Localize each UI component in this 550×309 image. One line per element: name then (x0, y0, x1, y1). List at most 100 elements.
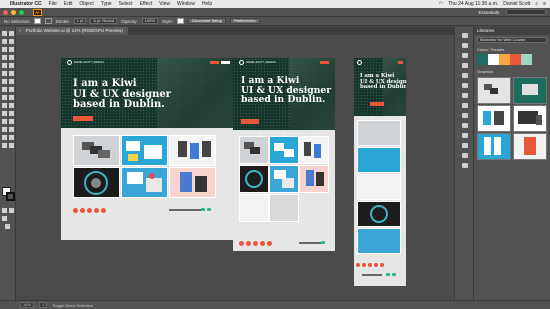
menu-help[interactable]: Help (202, 1, 212, 7)
workspace-switcher[interactable]: Essentials (478, 10, 499, 15)
artboard-tool-icon[interactable] (9, 127, 14, 132)
theme-color-chip-2[interactable] (488, 54, 499, 65)
zoom-level-field[interactable]: 14% (20, 302, 35, 308)
document-tab[interactable]: × Portfolio Website.ai @ 14% (RGB/GPU Pr… (16, 27, 128, 35)
user-name[interactable]: Daniel Scott (503, 1, 530, 7)
transparency-panel-icon[interactable] (462, 113, 468, 118)
screen-mode-icon[interactable] (5, 224, 10, 229)
artboard-mobile[interactable]: I am a Kiwi UI & UX designer based in Du… (354, 58, 406, 286)
draw-mode-icon[interactable] (2, 216, 7, 221)
symbol-sprayer-tool-icon[interactable] (9, 119, 14, 124)
type-tool-icon[interactable] (2, 55, 7, 60)
menu-object[interactable]: Object (79, 1, 93, 7)
colour-themes-label[interactable]: Colour Themes (477, 47, 504, 52)
stroke-panel-icon[interactable] (462, 93, 468, 98)
graphic-thumb-2[interactable] (513, 77, 547, 104)
graphic-thumb-6[interactable] (513, 133, 547, 160)
menu-select[interactable]: Select (119, 1, 133, 7)
free-transform-tool-icon[interactable] (2, 95, 7, 100)
menu-edit[interactable]: Edit (64, 1, 73, 7)
character-panel-icon[interactable] (462, 163, 468, 168)
graphic-thumb-1[interactable] (477, 77, 511, 104)
gradient-tool-icon[interactable] (2, 111, 7, 116)
artboard-canvas[interactable]: DANIEL SCOTT | DESIGN I am a Kiwi UI & U… (16, 35, 454, 300)
brush-definition-field[interactable]: 5 pt. Round (90, 18, 118, 24)
align-panel-icon[interactable] (462, 143, 468, 148)
pen-tool-icon[interactable] (2, 47, 7, 52)
list-icon[interactable]: ≡ (543, 1, 546, 7)
rectangle-tool-icon[interactable] (2, 63, 7, 68)
shape-builder-tool-icon[interactable] (9, 95, 14, 100)
graphic-thumb-4[interactable] (513, 105, 547, 132)
graphic-styles-panel-icon[interactable] (462, 133, 468, 138)
color-panel-icon[interactable] (462, 53, 468, 58)
style-swatch[interactable] (177, 18, 185, 24)
theme-color-chip-4[interactable] (510, 54, 521, 65)
direct-selection-tool-icon[interactable] (9, 31, 14, 36)
menu-app-name[interactable]: Illustrator CC (10, 1, 42, 7)
magic-wand-icon[interactable] (2, 39, 7, 44)
graph-tool-icon[interactable] (2, 127, 7, 132)
pathfinder-panel-icon[interactable] (462, 153, 468, 158)
symbols-panel-icon[interactable] (462, 83, 468, 88)
artboard-tablet[interactable]: DANIEL SCOTT | DESIGN I am a Kiwi UI & U… (233, 58, 335, 251)
eraser-tool-icon[interactable] (2, 79, 7, 84)
paintbrush-tool-icon[interactable] (9, 63, 14, 68)
artboard-number-field[interactable]: 1 (39, 302, 48, 308)
close-window-button[interactable] (3, 9, 8, 15)
theme-color-chip-1[interactable] (477, 54, 488, 65)
theme-color-chip-3[interactable] (499, 54, 510, 65)
datetime[interactable]: Thu 24 Aug 11:36 a.m. (448, 1, 498, 7)
document-setup-button[interactable]: Document Setup (188, 18, 226, 24)
slice-tool-icon[interactable] (2, 135, 7, 140)
line-tool-icon[interactable] (9, 55, 14, 60)
menu-type[interactable]: Type (101, 1, 112, 7)
properties-panel-icon[interactable] (462, 33, 468, 38)
libraries-panel-header[interactable]: Libraries (474, 27, 550, 35)
search-icon[interactable]: ⌕ (535, 1, 538, 7)
color-mode-icon[interactable] (2, 208, 7, 213)
artboard-desktop[interactable]: DANIEL SCOTT | DESIGN I am a Kiwi UI & U… (61, 58, 236, 240)
layers-panel-icon[interactable] (462, 43, 468, 48)
menu-view[interactable]: View (159, 1, 170, 7)
scale-tool-icon[interactable] (2, 87, 7, 92)
none-mode-icon[interactable] (9, 208, 14, 213)
brushes-panel-icon[interactable] (462, 73, 468, 78)
perspective-grid-tool-icon[interactable] (2, 103, 7, 108)
wifi-icon[interactable]: ◠ (439, 1, 443, 7)
menu-window[interactable]: Window (177, 1, 195, 7)
swatches-panel-icon[interactable] (462, 63, 468, 68)
width-tool-icon[interactable] (9, 87, 14, 92)
fill-swatch[interactable] (33, 18, 41, 24)
library-dropdown[interactable]: Illustrator for Web Course (477, 37, 547, 43)
stroke-color-box[interactable] (6, 192, 15, 201)
stroke-swatch[interactable] (44, 18, 52, 24)
curvature-tool-icon[interactable] (9, 47, 14, 52)
opacity-field[interactable]: 100% (141, 18, 158, 24)
minimize-window-button[interactable] (11, 9, 16, 15)
preferences-button[interactable]: Preferences (229, 18, 260, 24)
menu-file[interactable]: File (49, 1, 57, 7)
gradient-panel-icon[interactable] (462, 103, 468, 108)
shaper-tool-icon[interactable] (2, 71, 7, 76)
hand-tool-icon[interactable] (9, 135, 14, 140)
selection-tool-icon[interactable] (2, 31, 7, 36)
lasso-tool-icon[interactable] (9, 39, 14, 44)
theme-color-chip-5[interactable] (521, 54, 532, 65)
graphic-thumb-3[interactable] (477, 105, 511, 132)
maximize-window-button[interactable] (19, 9, 24, 15)
eyedropper-tool-icon[interactable] (9, 111, 14, 116)
appearance-panel-icon[interactable] (462, 123, 468, 128)
menu-effect[interactable]: Effect (140, 1, 153, 7)
blend-tool-icon[interactable] (2, 119, 7, 124)
pencil-tool-icon[interactable] (9, 71, 14, 76)
graphic-thumb-5[interactable] (477, 133, 511, 160)
edit-toolbar-icon[interactable] (9, 143, 14, 148)
mesh-tool-icon[interactable] (9, 103, 14, 108)
zoom-tool-icon[interactable] (2, 143, 7, 148)
rotate-tool-icon[interactable] (9, 79, 14, 84)
graphics-label[interactable]: Graphics (477, 69, 493, 74)
help-search-input[interactable] (506, 9, 546, 15)
close-tab-icon[interactable]: × (19, 28, 22, 33)
stroke-weight-field[interactable]: 1 pt (73, 18, 87, 24)
